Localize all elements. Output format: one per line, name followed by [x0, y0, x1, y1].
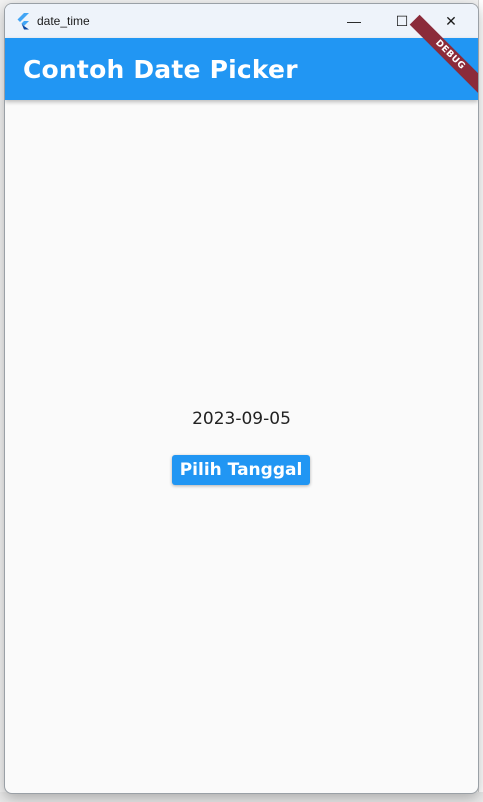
- selected-date-text: 2023-09-05: [192, 409, 291, 429]
- window-title: date_time: [37, 14, 90, 28]
- app-bar: Contoh Date Picker DEBUG: [5, 14, 478, 100]
- flutter-logo-icon: [17, 13, 29, 30]
- main-content: 2023-09-05 Pilih Tanggal: [5, 100, 478, 793]
- close-icon: ✕: [445, 12, 457, 29]
- title-bar[interactable]: date_time — ☐ ✕: [5, 4, 478, 38]
- app-bar-title: Contoh Date Picker: [23, 55, 298, 84]
- maximize-icon: ☐: [395, 12, 409, 29]
- minimize-icon: —: [347, 13, 361, 29]
- app-window: date_time — ☐ ✕ Contoh Date Picker DEBUG…: [4, 3, 479, 794]
- pick-date-button[interactable]: Pilih Tanggal: [172, 455, 310, 485]
- minimize-button[interactable]: —: [331, 4, 377, 38]
